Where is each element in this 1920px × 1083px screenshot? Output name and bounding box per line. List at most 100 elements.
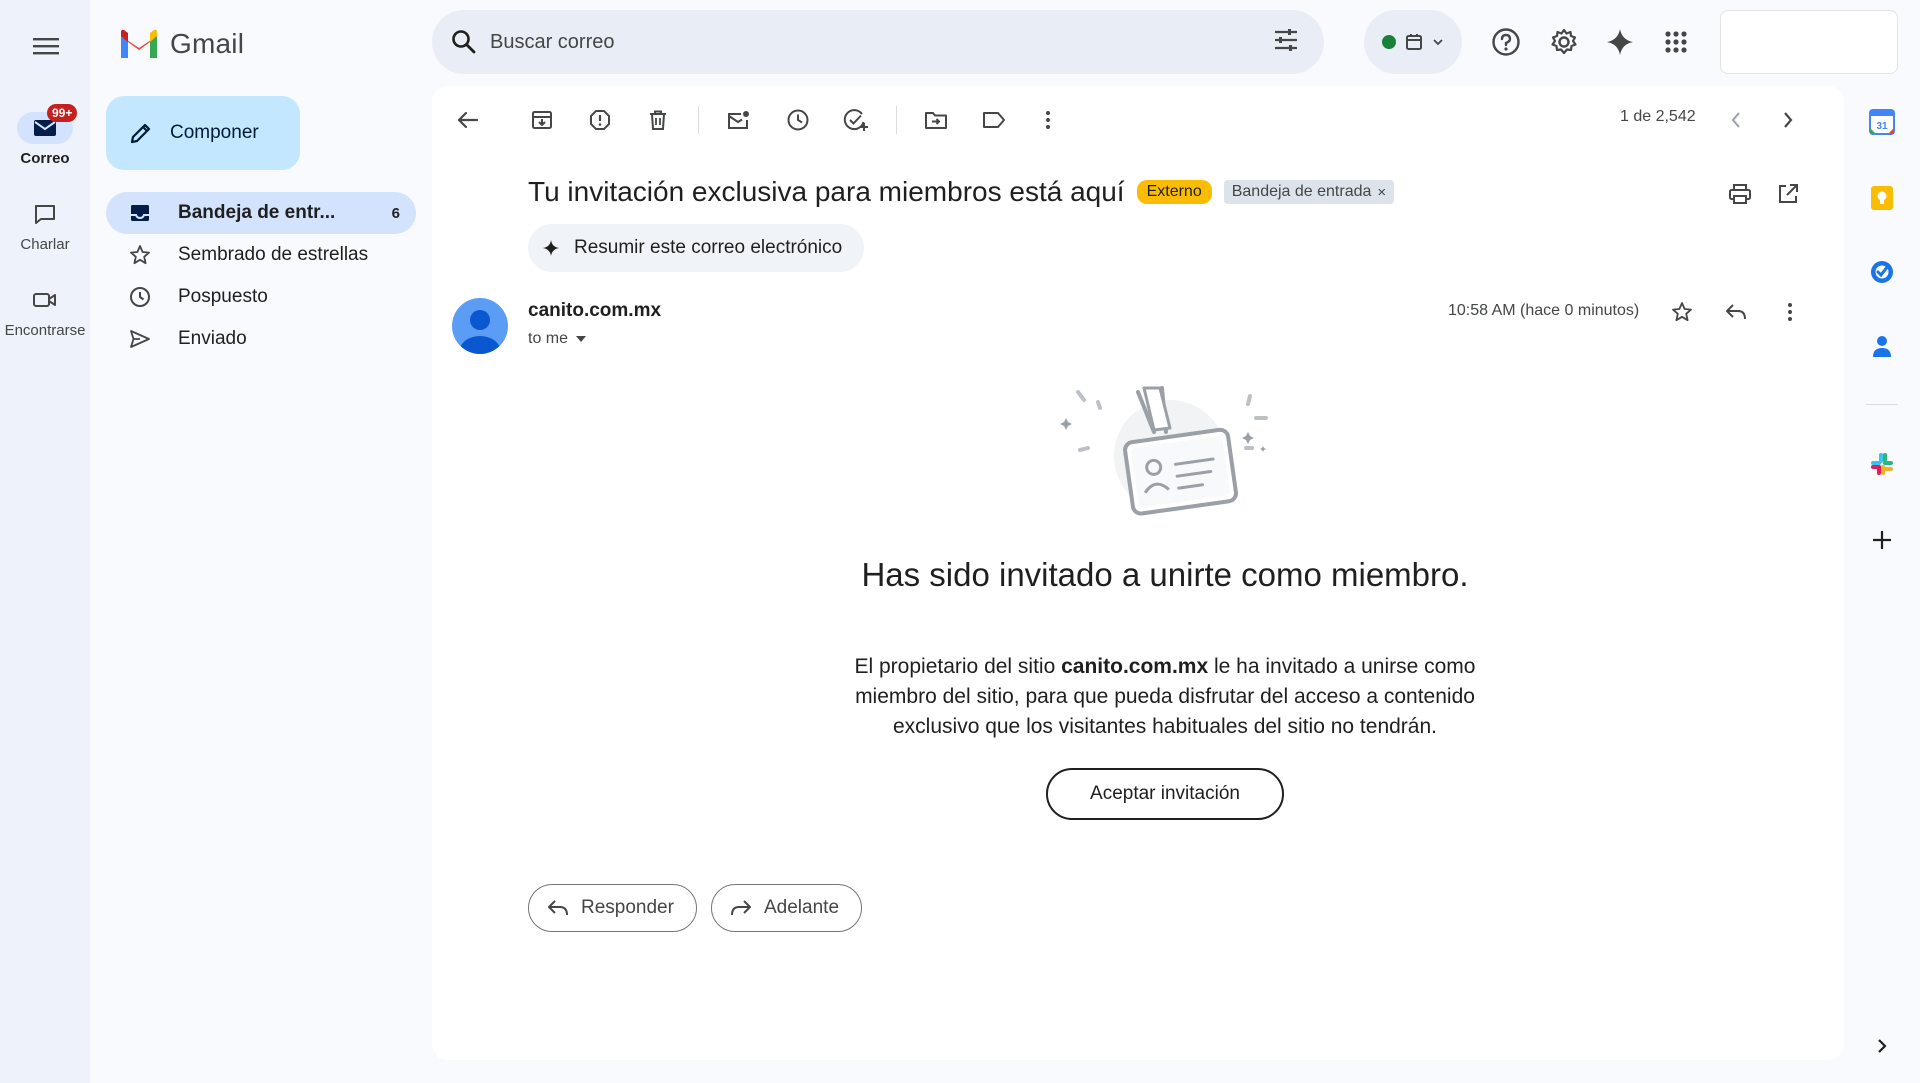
nav-snoozed-label: Pospuesto [178, 286, 268, 307]
member-card-illustration [1050, 378, 1290, 528]
open-in-new-icon [1779, 184, 1798, 203]
label-button[interactable] [974, 100, 1014, 140]
remove-label-button[interactable]: × [1377, 184, 1386, 201]
forward-label: Adelante [764, 897, 840, 918]
reply-button[interactable]: Responder [528, 884, 697, 932]
calendar-app-button[interactable]: 31 [1862, 102, 1902, 142]
add-task-icon [843, 109, 868, 131]
calendar-icon: 31 [1869, 109, 1895, 135]
compose-button[interactable]: Componer [106, 96, 300, 170]
reply-icon-button[interactable] [1716, 292, 1756, 332]
apps-button[interactable] [1652, 18, 1700, 66]
get-addons-button[interactable] [1862, 520, 1902, 560]
nav-sent-label: Enviado [178, 328, 247, 349]
active-status-dot [1382, 35, 1396, 49]
nav-item-snoozed[interactable]: Pospuesto [106, 276, 416, 318]
hamburger-menu-icon [33, 38, 59, 55]
arrow-left-icon [457, 111, 479, 129]
email-subject: Tu invitación exclusiva para miembros es… [528, 176, 1125, 207]
recipient-details[interactable]: to me [528, 330, 587, 348]
unread-badge: 99+ [47, 104, 78, 122]
toolbar-divider [698, 106, 699, 134]
sender-avatar[interactable] [452, 298, 508, 354]
body-prefix: El propietario del sitio [854, 655, 1062, 678]
delete-button[interactable] [638, 100, 678, 140]
gear-icon [1551, 28, 1577, 55]
archive-button[interactable] [522, 100, 562, 140]
chat-icon [35, 205, 55, 224]
archive-icon [532, 111, 552, 129]
gmail-m-icon [121, 29, 157, 58]
plus-icon [1873, 531, 1891, 549]
help-button[interactable] [1482, 18, 1530, 66]
mark-unread-button[interactable] [718, 100, 758, 140]
sender-name[interactable]: canito.com.mx [528, 300, 661, 322]
open-new-window-button[interactable] [1768, 174, 1808, 214]
send-icon [130, 330, 150, 348]
nav-item-starred[interactable]: Sembrado de estrellas [106, 234, 416, 276]
side-panel [1854, 86, 1920, 1083]
rail-chat-pill[interactable] [17, 198, 73, 230]
report-spam-button[interactable] [580, 100, 620, 140]
folder-move-icon [925, 112, 947, 129]
older-button[interactable] [1768, 100, 1808, 140]
slack-addon-button[interactable] [1862, 444, 1902, 484]
person-icon [460, 310, 500, 354]
rail-mail[interactable]: 99+ Correo [0, 104, 90, 167]
star-email-button[interactable] [1662, 292, 1702, 332]
search-options-button[interactable] [1272, 26, 1300, 54]
move-to-button[interactable] [916, 100, 956, 140]
gmail-logo-text: Gmail [170, 28, 245, 59]
snooze-button[interactable] [778, 100, 818, 140]
contacts-app-button[interactable] [1862, 326, 1902, 366]
search-bar[interactable] [432, 10, 1324, 74]
more-options-button[interactable] [1028, 100, 1068, 140]
keep-app-button[interactable] [1862, 178, 1902, 218]
caret-down-icon [576, 336, 587, 342]
gmail-logo[interactable]: Gmail [118, 24, 244, 64]
pencil-icon [130, 123, 151, 144]
slack-icon [1871, 453, 1893, 475]
inbox-label-tag[interactable]: Bandeja de entrada × [1223, 180, 1395, 204]
sparkle-icon [1607, 29, 1633, 55]
add-task-button[interactable] [836, 100, 876, 140]
back-button[interactable] [448, 100, 488, 140]
rail-chat[interactable]: Charlar [0, 198, 90, 253]
rail-meet-pill[interactable] [17, 284, 73, 316]
external-tag: Externo [1136, 180, 1212, 204]
star-icon [130, 245, 150, 265]
calendar-day-number: 31 [1876, 121, 1888, 132]
forward-button[interactable]: Adelante [711, 884, 863, 932]
main-menu-button[interactable] [22, 22, 70, 70]
video-camera-icon [33, 293, 56, 307]
star-icon [1672, 302, 1692, 322]
side-panel-divider [1866, 404, 1898, 405]
settings-button[interactable] [1540, 18, 1588, 66]
accept-invitation-button[interactable]: Aceptar invitación [1046, 768, 1284, 820]
search-icon [452, 30, 476, 54]
nav-item-sent[interactable]: Enviado [106, 318, 416, 360]
status-indicator[interactable] [1364, 10, 1462, 74]
print-button[interactable] [1720, 174, 1760, 214]
label-icon [983, 112, 1005, 128]
search-input[interactable] [490, 30, 1250, 54]
expand-side-panel-button[interactable] [1862, 1026, 1902, 1066]
message-more-button[interactable] [1770, 292, 1810, 332]
nav-item-inbox[interactable]: Bandeja de entr... 6 [106, 192, 416, 234]
rail-mail-pill[interactable]: 99+ [17, 104, 78, 144]
summarize-email-button[interactable]: Resumir este correo electrónico [528, 224, 865, 272]
tasks-app-button[interactable] [1862, 252, 1902, 292]
search-button[interactable] [448, 26, 480, 58]
gemini-button[interactable] [1596, 18, 1644, 66]
clock-icon [787, 109, 809, 131]
newer-button[interactable] [1716, 100, 1756, 140]
inbox-icon [131, 205, 149, 221]
id-badge-icon [1060, 386, 1268, 516]
calendar-status-icon [1406, 34, 1422, 50]
pager-text: 1 de 2,542 [1620, 108, 1696, 125]
email-body-text: El propietario del sitio canito.com.mx l… [820, 652, 1510, 742]
inbox-unread-count: 6 [391, 204, 400, 222]
account-area[interactable] [1720, 10, 1898, 74]
rail-meet[interactable]: Encontrarse [0, 284, 90, 339]
more-vertical-icon [1046, 111, 1050, 129]
